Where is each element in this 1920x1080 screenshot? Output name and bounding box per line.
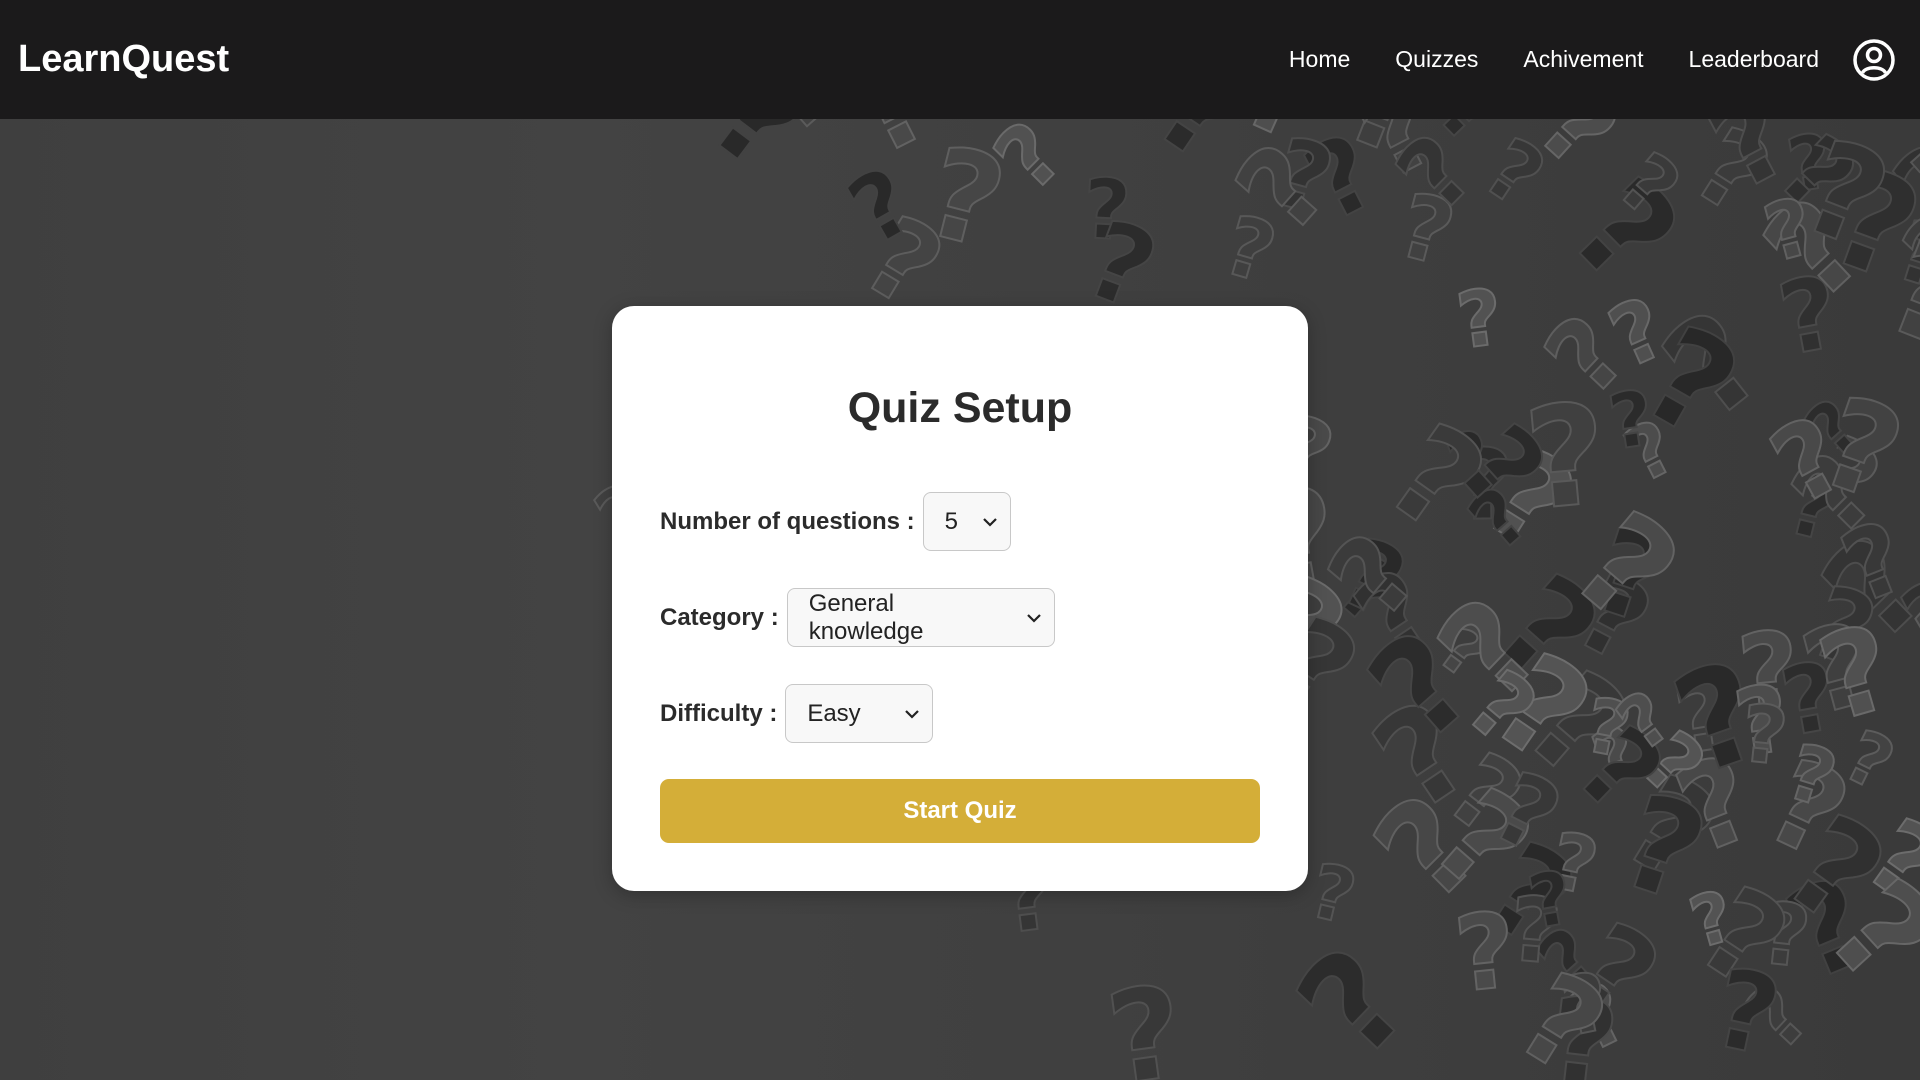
chevron-down-icon	[1026, 613, 1041, 623]
category-value: General knowledge	[808, 589, 924, 645]
chevron-down-icon	[905, 709, 920, 719]
quiz-setup-card: Quiz Setup Number of questions : 5 Categ…	[612, 306, 1308, 891]
difficulty-row: Difficulty : Easy	[660, 684, 934, 743]
num-questions-label: Number of questions :	[660, 507, 915, 535]
nav-leaderboard-link[interactable]: Leaderboard	[1689, 46, 1819, 73]
question-mark-decoration: ?	[1301, 846, 1364, 942]
nav-achievement-link[interactable]: Achivement	[1523, 46, 1643, 73]
difficulty-select[interactable]: Easy	[785, 684, 934, 743]
question-mark-decoration: ?	[1268, 918, 1442, 1080]
hero-background: ????????????????????????????????????????…	[0, 119, 1920, 1080]
question-mark-decoration: ?	[1449, 889, 1521, 1016]
start-quiz-button[interactable]: Start Quiz	[660, 779, 1260, 843]
nav-home-link[interactable]: Home	[1289, 46, 1350, 73]
num-questions-value: 5	[944, 507, 959, 535]
difficulty-value: Easy	[807, 699, 861, 727]
user-circle-icon[interactable]	[1852, 38, 1896, 82]
question-mark-decoration: ?	[1737, 687, 1792, 783]
navbar: LearnQuest Home Quizzes Achivement Leade…	[0, 0, 1920, 119]
category-label: Category :	[660, 603, 779, 631]
page-title: Quiz Setup	[847, 384, 1073, 432]
difficulty-label: Difficulty :	[660, 699, 778, 727]
nav-links: Home Quizzes Achivement Leaderboard	[1289, 38, 1896, 82]
num-questions-select[interactable]: 5	[922, 492, 1011, 551]
nav-quizzes-link[interactable]: Quizzes	[1395, 46, 1478, 73]
category-select[interactable]: General knowledge	[786, 588, 1055, 647]
question-mark-decoration: ?	[1099, 957, 1192, 1080]
question-mark-decoration: ?	[1452, 273, 1508, 367]
num-questions-row: Number of questions : 5	[660, 492, 1011, 551]
chevron-down-icon	[982, 517, 997, 527]
category-row: Category : General knowledge	[660, 588, 1055, 647]
brand-logo[interactable]: LearnQuest	[18, 38, 229, 81]
